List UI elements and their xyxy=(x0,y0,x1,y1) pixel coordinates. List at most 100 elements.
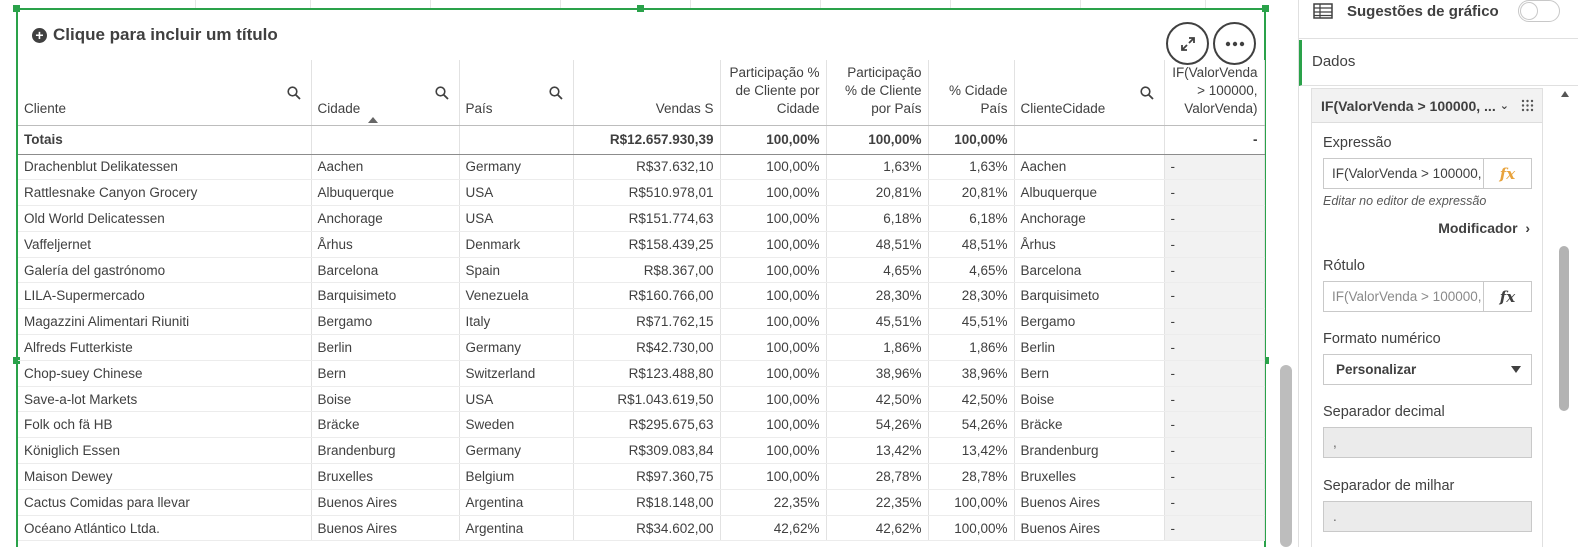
table-cell[interactable]: Old World Delicatessen xyxy=(18,205,312,232)
table-cell[interactable]: Buenos Aires xyxy=(311,489,460,516)
table-cell[interactable] xyxy=(459,125,574,155)
table-cell[interactable]: Bergamo xyxy=(311,308,460,336)
table-cell[interactable]: Argentina xyxy=(459,515,574,542)
table-cell[interactable] xyxy=(311,125,460,155)
column-header[interactable]: IF(ValorVenda > 100000, ValorVenda) xyxy=(1164,60,1265,126)
table-cell[interactable] xyxy=(1014,125,1165,155)
table-cell[interactable]: Albuquerque xyxy=(1014,179,1165,207)
table-cell[interactable]: Magazzini Alimentari Riuniti xyxy=(18,308,312,336)
table-cell[interactable]: Argentina xyxy=(459,489,574,516)
expand-button[interactable] xyxy=(1166,22,1209,65)
table-cell[interactable]: USA xyxy=(459,179,574,207)
drag-grip-icon[interactable] xyxy=(1521,99,1534,112)
column-header[interactable]: Vendas S xyxy=(573,60,721,126)
table-cell[interactable]: Bergamo xyxy=(1014,308,1165,336)
table-cell[interactable]: Chop-suey Chinese xyxy=(18,360,312,387)
search-icon[interactable] xyxy=(286,86,301,100)
resize-handle[interactable] xyxy=(13,5,20,12)
table-cell[interactable]: Berlin xyxy=(1014,334,1165,361)
table-object[interactable]: + Clique para incluir um título Cliente C… xyxy=(13,5,1269,547)
table-cell[interactable]: Barcelona xyxy=(311,257,460,284)
resize-handle[interactable] xyxy=(637,5,644,12)
label-input[interactable]: IF(ValorVenda > 100000, fx xyxy=(1323,281,1532,312)
column-header[interactable]: % Cidade País xyxy=(928,60,1015,126)
table-cell[interactable]: Aachen xyxy=(1014,154,1165,181)
table-cell[interactable]: Bern xyxy=(1014,360,1165,387)
table-cell[interactable]: Galería del gastrónomo xyxy=(18,257,312,284)
object-title[interactable]: + Clique para incluir um título xyxy=(32,25,278,45)
fx-icon[interactable]: fx xyxy=(1483,282,1531,311)
table-cell[interactable]: Barcelona xyxy=(1014,257,1165,284)
column-header[interactable]: Participação % de Cliente por País xyxy=(826,60,929,126)
table-cell[interactable]: Brandenburg xyxy=(1014,437,1165,465)
search-icon[interactable] xyxy=(548,86,563,100)
table-cell[interactable]: Totais xyxy=(18,125,312,155)
scroll-up-icon[interactable] xyxy=(1561,91,1569,97)
column-header[interactable]: Cidade xyxy=(311,60,460,126)
table-cell[interactable]: Save-a-lot Markets xyxy=(18,386,312,413)
table-cell[interactable]: Switzerland xyxy=(459,360,574,387)
table-cell[interactable]: Bräcke xyxy=(1014,411,1165,439)
number-format-select[interactable]: Personalizar xyxy=(1323,354,1532,385)
table-cell[interactable]: Buenos Aires xyxy=(1014,515,1165,542)
table-cell[interactable]: Königlich Essen xyxy=(18,437,312,465)
table-cell[interactable]: Bruxelles xyxy=(1014,463,1165,490)
fx-icon[interactable]: fx xyxy=(1483,159,1531,188)
table-cell[interactable]: Århus xyxy=(1014,231,1165,258)
table-cell[interactable]: Germany xyxy=(459,437,574,465)
more-options-button[interactable] xyxy=(1213,22,1256,65)
table-cell[interactable]: Boise xyxy=(1014,386,1165,413)
table-cell[interactable]: Vaffeljernet xyxy=(18,231,312,258)
table-cell[interactable]: Anchorage xyxy=(1014,205,1165,232)
column-header[interactable]: Participação % de Cliente por Cidade xyxy=(720,60,827,126)
suggestions-toggle[interactable] xyxy=(1518,0,1560,22)
table-cell[interactable]: Bräcke xyxy=(311,411,460,439)
table-cell[interactable]: USA xyxy=(459,205,574,232)
table-scrollbar[interactable] xyxy=(1280,365,1292,547)
table-cell[interactable]: Brandenburg xyxy=(311,437,460,465)
expression-editor-link[interactable]: Editar no editor de expressão xyxy=(1323,194,1486,208)
decimal-separator-input[interactable]: , xyxy=(1323,427,1532,458)
resize-handle[interactable] xyxy=(1262,5,1269,12)
column-header[interactable]: ClienteCidade xyxy=(1014,60,1165,126)
table-cell[interactable]: USA xyxy=(459,386,574,413)
table-cell[interactable]: Maison Dewey xyxy=(18,463,312,490)
table-cell[interactable]: Folk och fä HB xyxy=(18,411,312,439)
expression-input[interactable]: IF(ValorVenda > 100000, fx xyxy=(1323,158,1532,189)
table-cell[interactable]: Albuquerque xyxy=(311,179,460,207)
table-cell[interactable]: Boise xyxy=(311,386,460,413)
table-cell[interactable]: Denmark xyxy=(459,231,574,258)
search-icon[interactable] xyxy=(434,86,449,100)
column-header[interactable]: Cliente xyxy=(18,60,312,126)
table-cell[interactable]: Berlin xyxy=(311,334,460,361)
table-cell[interactable]: Venezuela xyxy=(459,282,574,310)
modifier-button[interactable]: Modificador › xyxy=(1438,220,1530,236)
table-cell[interactable]: Århus xyxy=(311,231,460,258)
table-cell[interactable]: Bruxelles xyxy=(311,463,460,490)
section-dados[interactable]: Dados xyxy=(1299,40,1578,86)
table-cell[interactable]: Barquisimeto xyxy=(311,282,460,310)
table-cell[interactable]: Italy xyxy=(459,308,574,336)
table-cell[interactable]: Sweden xyxy=(459,411,574,439)
table-cell[interactable]: Anchorage xyxy=(311,205,460,232)
search-icon[interactable] xyxy=(1139,86,1154,100)
table-cell[interactable]: Spain xyxy=(459,257,574,284)
panel-scrollbar[interactable] xyxy=(1559,246,1569,411)
table-cell[interactable]: Bern xyxy=(311,360,460,387)
table-cell[interactable]: Rattlesnake Canyon Grocery xyxy=(18,179,312,207)
column-header[interactable]: País xyxy=(459,60,574,126)
table-cell[interactable]: Germany xyxy=(459,334,574,361)
table-cell[interactable]: Buenos Aires xyxy=(1014,489,1165,516)
table-cell[interactable]: Alfreds Futterkiste xyxy=(18,334,312,361)
measure-header[interactable]: IF(ValorVenda > 100000, ... ⌄ xyxy=(1312,89,1542,123)
thousand-separator-input[interactable]: . xyxy=(1323,501,1532,532)
table-cell[interactable]: Buenos Aires xyxy=(311,515,460,542)
table-cell[interactable]: Barquisimeto xyxy=(1014,282,1165,310)
table-cell[interactable]: Drachenblut Delikatessen xyxy=(18,154,312,181)
table-cell[interactable]: Germany xyxy=(459,154,574,181)
table-cell[interactable]: Aachen xyxy=(311,154,460,181)
table-cell[interactable]: Cactus Comidas para llevar xyxy=(18,489,312,516)
table-cell[interactable]: Océano Atlántico Ltda. xyxy=(18,515,312,542)
table-cell[interactable]: Belgium xyxy=(459,463,574,490)
table-cell[interactable]: LILA-Supermercado xyxy=(18,282,312,310)
